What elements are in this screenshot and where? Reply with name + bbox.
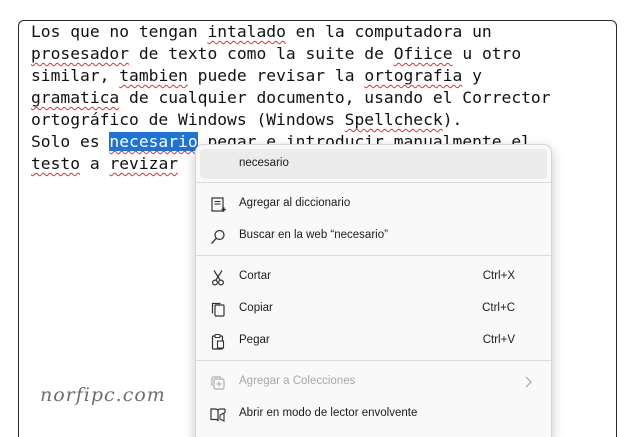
text-line: ortográfico de Windows (Windows Spellche… <box>31 109 611 131</box>
text-line: gramatica de cualquier documento, usando… <box>31 87 611 109</box>
text-run: de texto como la suite de <box>129 44 394 63</box>
text-run: a <box>80 154 110 173</box>
text-run: ). <box>442 110 463 129</box>
add-to-collections-label: Agregar a Colecciones <box>239 375 356 387</box>
text-run: puede revisar la <box>187 66 365 85</box>
context-menu: necesario Agregar al diccionario Buscar … <box>195 144 552 437</box>
text-run: Los que no tengan <box>31 22 208 41</box>
text-line: Los que no tengan intalado en la computa… <box>31 21 611 43</box>
text-line: similar, tambien puede revisar la ortogr… <box>31 65 611 87</box>
text-run: similar, <box>31 66 120 85</box>
menu-separator <box>196 360 551 361</box>
misspelled-word: tambien <box>119 66 188 85</box>
misspelled-word: ortografia <box>364 66 463 85</box>
watermark: norfipc.com <box>40 384 166 406</box>
text-run: de cualquier documento, usando el Correc… <box>119 88 551 107</box>
paste-label: Pegar <box>239 334 270 346</box>
text-run: Solo es <box>31 132 110 151</box>
search-icon <box>211 229 225 244</box>
misspelled-word: revizar <box>109 154 179 173</box>
menu-item-paste[interactable]: Pegar Ctrl+V <box>200 326 547 356</box>
menu-item-search-web[interactable]: Buscar en la web “necesario” <box>200 221 547 251</box>
misspelled-word: Spellcheck <box>344 110 443 129</box>
misspelled-word: gramatica <box>31 88 120 107</box>
selected-misspelled-word: necesario <box>109 132 198 151</box>
copy-shortcut: Ctrl+C <box>482 302 515 314</box>
cut-label: Cortar <box>239 270 271 282</box>
menu-item-suggestion[interactable]: necesario <box>200 149 547 179</box>
add-to-dictionary-icon <box>211 197 226 212</box>
menu-separator <box>196 182 551 183</box>
search-web-label: Buscar en la web “necesario” <box>239 229 388 241</box>
collections-icon <box>211 376 225 390</box>
immersive-reader-label: Abrir en modo de lector envolvente <box>239 407 418 419</box>
misspelled-word: intalado <box>207 22 286 41</box>
menu-separator <box>196 255 551 256</box>
page: Los que no tengan intalado en la computa… <box>0 0 635 437</box>
add-to-dictionary-label: Agregar al diccionario <box>239 197 351 209</box>
clipboard-icon <box>211 333 225 350</box>
menu-item-add-to-collections[interactable]: Agregar a Colecciones <box>200 367 547 397</box>
copy-label: Copiar <box>239 302 273 314</box>
text-run: ortográfico de Windows (Windows <box>31 110 345 129</box>
menu-item-cut[interactable]: Cortar Ctrl+X <box>200 262 547 292</box>
paste-shortcut: Ctrl+V <box>482 334 515 346</box>
copy-icon <box>211 302 225 317</box>
scissors-icon <box>211 270 225 286</box>
menu-item-copy[interactable]: Copiar Ctrl+C <box>200 294 547 324</box>
misspelled-word: Ofiice <box>393 44 453 63</box>
text-run: en la computadora un <box>285 22 492 41</box>
text-run: y <box>462 66 482 85</box>
menu-item-immersive-reader[interactable]: Abrir en modo de lector envolvente <box>200 399 547 429</box>
cut-shortcut: Ctrl+X <box>482 270 515 282</box>
text-line: prosesador de texto como la suite de Ofi… <box>31 43 611 65</box>
chevron-right-icon <box>525 376 532 388</box>
misspelled-word: testo <box>31 154 81 173</box>
text-run: u otro <box>452 44 522 63</box>
misspelled-word: prosesador <box>31 44 130 63</box>
suggestion-label: necesario <box>239 157 289 169</box>
immersive-reader-icon <box>210 408 226 422</box>
menu-item-add-to-dictionary[interactable]: Agregar al diccionario <box>200 189 547 219</box>
